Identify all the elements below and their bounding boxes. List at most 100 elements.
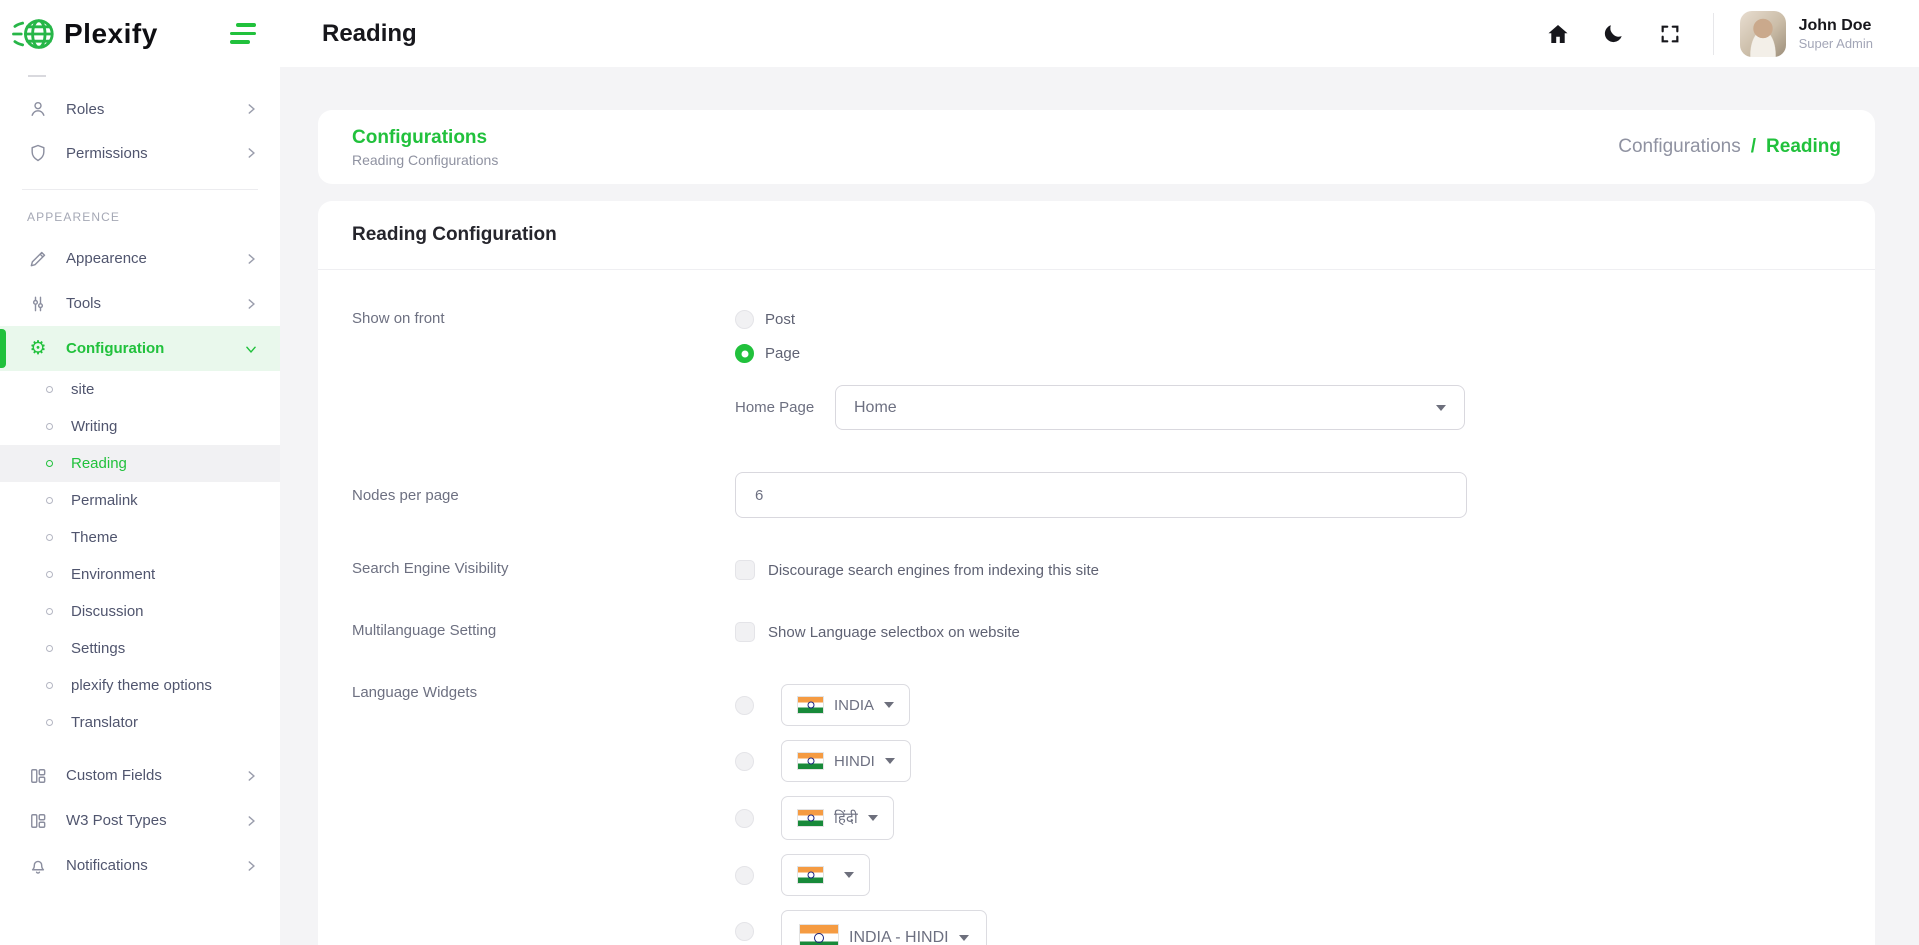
hamburger-icon[interactable]: [226, 19, 260, 48]
sidebar-item-appearence[interactable]: Appearence: [0, 236, 280, 281]
avatar: [1740, 11, 1786, 57]
sidebar-section-title: APPEARENCE: [27, 210, 280, 224]
language-widget-button-india-hindi[interactable]: INDIA - HINDI: [781, 910, 987, 945]
checkbox-unchecked-icon[interactable]: [735, 560, 755, 580]
sidebar-subitem-plexify-theme-options[interactable]: plexify theme options: [0, 667, 280, 704]
bullet-icon: [46, 682, 53, 689]
home-page-select-value: Home: [854, 399, 897, 417]
bell-icon: [27, 855, 49, 877]
checkbox-label: Show Language selectbox on website: [768, 624, 1020, 641]
language-widget-button-flag-only[interactable]: [781, 854, 870, 896]
moon-icon[interactable]: [1601, 21, 1627, 47]
sidebar-item-label: Notifications: [66, 857, 244, 874]
home-page-select[interactable]: Home: [835, 385, 1465, 430]
sidebar-item-label: Permissions: [66, 145, 244, 162]
language-widget-label: हिंदी: [834, 808, 858, 828]
sidebar-subitem-site[interactable]: site: [0, 371, 280, 408]
sidebar-subitem-label: Settings: [71, 640, 125, 657]
shield-icon: [27, 142, 49, 164]
language-widget-row: INDIA - HINDI: [735, 910, 1841, 945]
language-widget-button-hindi[interactable]: HINDI: [781, 740, 911, 782]
caret-down-icon: [844, 872, 854, 878]
user-role: Super Admin: [1799, 36, 1873, 51]
sidebar-item-w3-post-types[interactable]: W3 Post Types: [0, 798, 280, 843]
sidebar-subitem-discussion[interactable]: Discussion: [0, 593, 280, 630]
radio-unchecked-icon[interactable]: [735, 696, 754, 715]
sidebar-subitem-permalink[interactable]: Permalink: [0, 482, 280, 519]
radio-unchecked-icon[interactable]: [735, 310, 754, 329]
checkbox-unchecked-icon[interactable]: [735, 622, 755, 642]
field-label: Search Engine Visibility: [352, 560, 735, 577]
sidebar-item-notifications[interactable]: Notifications: [0, 843, 280, 888]
brand-area: Plexify: [0, 0, 280, 67]
india-flag-icon: [797, 866, 824, 884]
sidebar-subitem-label: plexify theme options: [71, 677, 212, 694]
layout-icon: [27, 765, 49, 787]
breadcrumb-parent[interactable]: Configurations: [1618, 136, 1741, 158]
caret-down-icon: [885, 758, 895, 764]
chevron-right-icon: [244, 769, 258, 783]
sidebar-item-custom-fields[interactable]: Custom Fields: [0, 753, 280, 798]
radio-unchecked-icon[interactable]: [735, 922, 754, 941]
chevron-down-icon: [244, 342, 258, 356]
language-widget-button-india[interactable]: INDIA: [781, 684, 910, 726]
sidebar-subitem-environment[interactable]: Environment: [0, 556, 280, 593]
globe-icon: [12, 13, 58, 55]
fullscreen-icon[interactable]: [1657, 21, 1683, 47]
sidebar-item-permissions[interactable]: Permissions: [0, 131, 280, 175]
language-widget-button-hindi-native[interactable]: हिंदी: [781, 796, 894, 840]
reading-configuration-card: Reading Configuration Show on front Post: [318, 201, 1875, 945]
home-icon[interactable]: [1545, 21, 1571, 47]
sidebar-subitem-writing[interactable]: Writing: [0, 408, 280, 445]
sidebar-subitem-reading[interactable]: Reading: [0, 445, 280, 482]
sidebar-subitem-label: Theme: [71, 529, 118, 546]
field-label: Nodes per page: [352, 487, 735, 504]
topbar-actions: John Doe Super Admin: [1515, 11, 1873, 57]
breadcrumb-current: Reading: [1766, 136, 1841, 158]
field-label: Multilanguage Setting: [352, 622, 735, 639]
user-name: John Doe: [1799, 16, 1873, 35]
india-flag-icon: [797, 696, 824, 714]
layout-icon: [27, 810, 49, 832]
india-flag-icon: [799, 924, 839, 945]
form-row-show-on-front: Show on front Post Page Home P: [352, 310, 1841, 430]
reading-configuration-form: Show on front Post Page Home P: [318, 310, 1875, 945]
sidebar-item-roles[interactable]: Roles: [0, 87, 280, 131]
chevron-right-icon: [244, 252, 258, 266]
radio-option-post[interactable]: Post: [735, 310, 1841, 329]
radio-checked-icon[interactable]: [735, 344, 754, 363]
sidebar-item-configuration[interactable]: ⚙ Configuration: [0, 326, 280, 371]
language-widget-label: INDIA - HINDI: [849, 929, 949, 945]
user-menu[interactable]: John Doe Super Admin: [1740, 11, 1873, 57]
sidebar-item-label: Custom Fields: [66, 767, 244, 784]
bullet-icon: [46, 608, 53, 615]
breadcrumb-card-title: Configurations: [352, 127, 498, 149]
bullet-icon: [46, 386, 53, 393]
field-label: Language Widgets: [352, 684, 735, 701]
bullet-icon: [46, 497, 53, 504]
search-engine-checkbox-row[interactable]: Discourage search engines from indexing …: [735, 560, 1841, 580]
radio-option-page[interactable]: Page: [735, 344, 1841, 363]
topbar-divider: [1713, 13, 1714, 55]
topbar: Plexify Reading: [0, 0, 1919, 67]
radio-unchecked-icon[interactable]: [735, 866, 754, 885]
sidebar-subitem-label: Reading: [71, 455, 127, 472]
sidebar-subitem-label: site: [71, 381, 94, 398]
multilanguage-checkbox-row[interactable]: Show Language selectbox on website: [735, 622, 1841, 642]
sidebar-subitem-theme[interactable]: Theme: [0, 519, 280, 556]
sidebar-item-label: Tools: [66, 295, 244, 312]
chevron-right-icon: [244, 297, 258, 311]
sidebar-item-tools[interactable]: Tools: [0, 281, 280, 326]
language-widget-label: HINDI: [834, 753, 875, 770]
nodes-per-page-input[interactable]: [735, 472, 1467, 518]
sidebar-divider: [22, 189, 258, 190]
brand-logo[interactable]: Plexify: [12, 13, 158, 55]
breadcrumb-card-subtitle: Reading Configurations: [352, 152, 498, 168]
radio-unchecked-icon[interactable]: [735, 809, 754, 828]
checkbox-label: Discourage search engines from indexing …: [768, 562, 1099, 579]
sidebar-subitem-settings[interactable]: Settings: [0, 630, 280, 667]
sidebar-item-label: Configuration: [66, 340, 244, 357]
breadcrumb: Configurations / Reading: [1618, 136, 1841, 158]
sidebar-subitem-translator[interactable]: Translator: [0, 704, 280, 741]
radio-unchecked-icon[interactable]: [735, 752, 754, 771]
